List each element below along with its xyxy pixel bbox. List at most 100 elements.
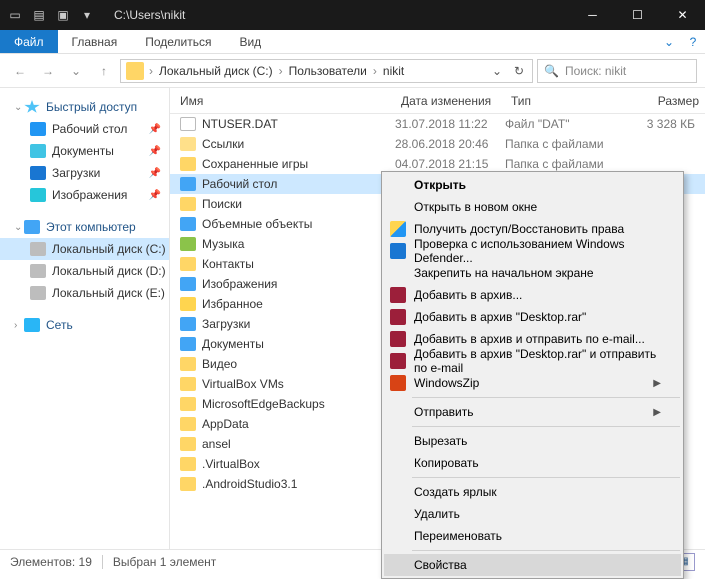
breadcrumb[interactable]: Локальный диск (C:): [155, 64, 277, 78]
sidebar-item[interactable]: Изображения 📌: [0, 184, 169, 206]
menu-item-icon: [390, 309, 406, 325]
ribbon-expand-icon[interactable]: ⌄: [657, 30, 681, 53]
sidebar-item[interactable]: Документы 📌: [0, 140, 169, 162]
menu-item[interactable]: Закрепить на начальном экране: [384, 262, 681, 284]
file-name: Объемные объекты: [202, 217, 395, 231]
sidebar-item-label: Рабочий стол: [52, 122, 127, 136]
sidebar-item-label: Локальный диск (C:): [52, 242, 166, 256]
menu-item-label: Удалить: [414, 507, 460, 521]
sidebar-this-pc[interactable]: ⌄ Этот компьютер: [0, 216, 169, 238]
qat-explorer-icon[interactable]: ▭: [4, 4, 26, 26]
qat-properties-icon[interactable]: ▤: [28, 4, 50, 26]
menu-item[interactable]: Проверка с использованием Windows Defend…: [384, 240, 681, 262]
tab-share[interactable]: Поделиться: [131, 30, 225, 53]
disk-icon: [30, 264, 46, 278]
menu-separator: [412, 477, 680, 478]
file-icon: [180, 157, 196, 171]
menu-item-label: Переименовать: [414, 529, 502, 543]
menu-item-label: Добавить в архив "Desktop.rar": [414, 310, 586, 324]
menu-item-label: Копировать: [414, 456, 479, 470]
file-date: 31.07.2018 11:22: [395, 117, 505, 131]
column-type[interactable]: Тип: [505, 94, 625, 108]
sidebar-item[interactable]: Рабочий стол 📌: [0, 118, 169, 140]
menu-item[interactable]: Добавить в архив...: [384, 284, 681, 306]
file-date: 04.07.2018 21:15: [395, 157, 505, 171]
menu-item[interactable]: Отправить▶: [384, 401, 681, 423]
file-icon: [180, 277, 196, 291]
chevron-down-icon: ⌄: [14, 102, 24, 113]
file-row[interactable]: NTUSER.DAT 31.07.2018 11:22 Файл "DAT" 3…: [170, 114, 705, 134]
maximize-button[interactable]: ☐: [615, 0, 660, 30]
menu-item-label: Свойства: [414, 558, 467, 572]
sidebar-disk[interactable]: Локальный диск (D:): [0, 260, 169, 282]
sidebar-quick-access[interactable]: ⌄ Быстрый доступ: [0, 96, 169, 118]
menu-item-label: Открыть: [414, 178, 466, 192]
tab-view[interactable]: Вид: [225, 30, 275, 53]
menu-item[interactable]: Открыть: [384, 174, 681, 196]
file-name: Изображения: [202, 277, 395, 291]
sidebar-item[interactable]: Загрузки 📌: [0, 162, 169, 184]
qat-dropdown-icon[interactable]: ▾: [76, 4, 98, 26]
column-date[interactable]: Дата изменения: [395, 94, 505, 108]
help-icon[interactable]: ?: [681, 30, 705, 53]
file-icon: [180, 417, 196, 431]
menu-item[interactable]: Создать ярлык: [384, 481, 681, 503]
menu-item-icon: [390, 221, 406, 237]
chevron-right-icon[interactable]: ›: [371, 64, 379, 78]
menu-item[interactable]: Добавить в архив "Desktop.rar" и отправи…: [384, 350, 681, 372]
column-name[interactable]: Имя: [170, 94, 395, 108]
tab-home[interactable]: Главная: [58, 30, 132, 53]
file-type: Файл "DAT": [505, 117, 625, 131]
chevron-right-icon[interactable]: ›: [147, 64, 155, 78]
menu-separator: [412, 397, 680, 398]
breadcrumb[interactable]: Пользователи: [285, 64, 371, 78]
chevron-right-icon[interactable]: ›: [277, 64, 285, 78]
submenu-arrow-icon: ▶: [653, 407, 661, 418]
qat-newfolder-icon[interactable]: ▣: [52, 4, 74, 26]
menu-item[interactable]: Вырезать: [384, 430, 681, 452]
menu-item-label: Проверка с использованием Windows Defend…: [414, 237, 661, 265]
file-icon: [180, 377, 196, 391]
nav-up-button[interactable]: ↑: [92, 59, 116, 83]
column-headers: Имя Дата изменения Тип Размер: [170, 88, 705, 114]
sidebar-item-icon: [30, 122, 46, 136]
refresh-icon[interactable]: ↻: [508, 64, 530, 78]
address-dropdown-icon[interactable]: ⌄: [486, 64, 508, 78]
close-button[interactable]: ✕: [660, 0, 705, 30]
menu-item[interactable]: Копировать: [384, 452, 681, 474]
search-input[interactable]: 🔍 Поиск: nikit: [537, 59, 697, 83]
sidebar-disk[interactable]: Локальный диск (C:): [0, 238, 169, 260]
nav-recent-button[interactable]: ⌄: [64, 59, 88, 83]
breadcrumb[interactable]: nikit: [379, 64, 408, 78]
file-type: Папка с файлами: [505, 157, 625, 171]
file-row[interactable]: Ссылки 28.06.2018 20:46 Папка с файлами: [170, 134, 705, 154]
tab-file[interactable]: Файл: [0, 30, 58, 53]
menu-item-label: Создать ярлык: [414, 485, 497, 499]
file-name: Ссылки: [202, 137, 395, 151]
menu-separator: [412, 426, 680, 427]
file-name: Сохраненные игры: [202, 157, 395, 171]
minimize-button[interactable]: ─: [570, 0, 615, 30]
status-item-count: Элементов: 19: [10, 555, 92, 569]
menu-item[interactable]: WindowsZip▶: [384, 372, 681, 394]
file-name: Рабочий стол: [202, 177, 395, 191]
sidebar-network[interactable]: › Сеть: [0, 314, 169, 336]
menu-item[interactable]: Удалить: [384, 503, 681, 525]
file-type: Папка с файлами: [505, 137, 625, 151]
column-size[interactable]: Размер: [625, 94, 705, 108]
file-icon: [180, 297, 196, 311]
nav-forward-button[interactable]: →: [36, 59, 60, 83]
menu-item[interactable]: Добавить в архив "Desktop.rar": [384, 306, 681, 328]
status-selection: Выбран 1 элемент: [113, 555, 216, 569]
pc-icon: [24, 220, 40, 234]
address-input[interactable]: › Локальный диск (C:) › Пользователи › n…: [120, 59, 533, 83]
menu-item-label: Добавить в архив и отправить по e-mail..…: [414, 332, 645, 346]
menu-item[interactable]: Переименовать: [384, 525, 681, 547]
menu-item-label: Открыть в новом окне: [414, 200, 537, 214]
menu-item-label: Добавить в архив "Desktop.rar" и отправи…: [414, 347, 661, 375]
menu-item-icon: [390, 287, 406, 303]
nav-back-button[interactable]: ←: [8, 59, 32, 83]
menu-item[interactable]: Открыть в новом окне: [384, 196, 681, 218]
sidebar-disk[interactable]: Локальный диск (E:): [0, 282, 169, 304]
file-icon: [180, 137, 196, 151]
